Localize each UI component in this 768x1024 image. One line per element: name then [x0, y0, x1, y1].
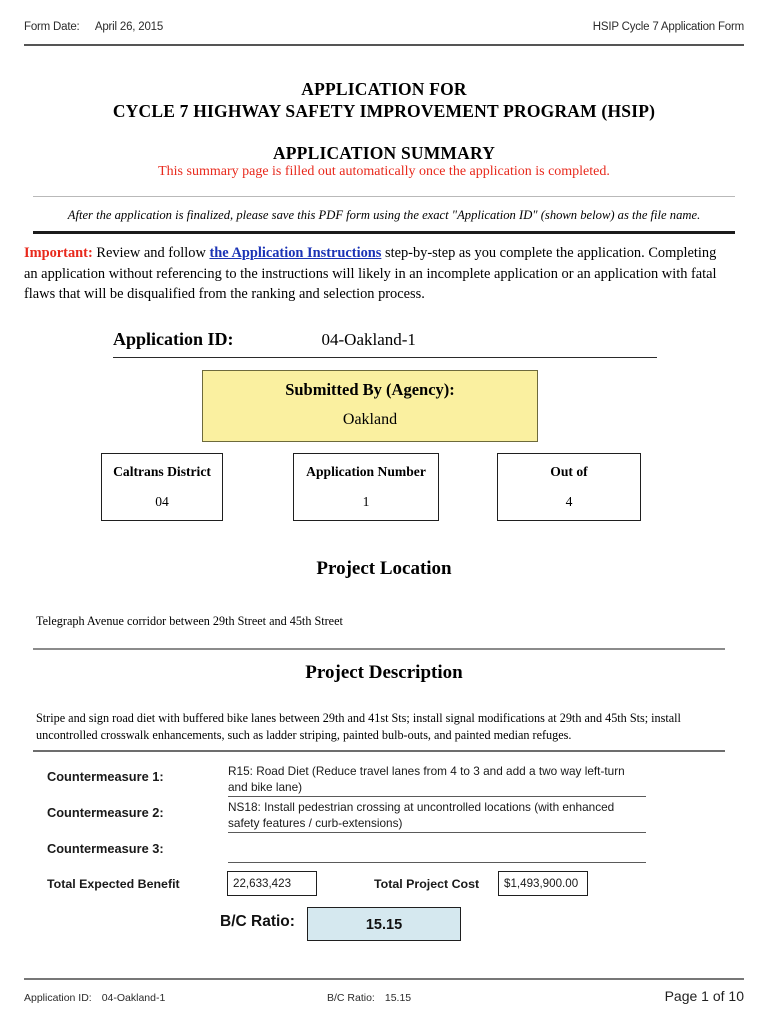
project-location-text: Telegraph Avenue corridor between 29th S…: [36, 614, 343, 628]
form-date-value: April 26, 2015: [94, 21, 164, 33]
total-expected-benefit-label: Total Expected Benefit: [47, 877, 180, 891]
submitted-by-agency-label: Submitted By (Agency):: [285, 380, 455, 399]
application-identifier-boxes: Caltrans District 04 Application Number …: [101, 453, 641, 521]
application-id-value: 04-Oakland-1: [321, 330, 416, 349]
countermeasure-2-label: Countermeasure 2:: [47, 805, 164, 820]
application-id-underline: [113, 357, 657, 359]
footer-application-id-value: 04-Oakland-1: [101, 992, 166, 1004]
footer-bc-ratio-label: B/C Ratio:: [327, 992, 375, 1004]
page-footer: Application ID: 04-Oakland-1 B/C Ratio: 15…: [24, 988, 744, 1010]
footer-application-id-label: Application ID:: [24, 992, 92, 1004]
notice-divider-top: [33, 196, 735, 197]
form-date: Form Date: April 26, 2015: [24, 21, 163, 33]
application-id-row: Application ID: 04-Oakland-1: [113, 329, 658, 350]
submitted-by-agency-value: Oakland: [342, 411, 398, 428]
title-line-1: APPLICATION FOR: [301, 79, 467, 99]
bc-ratio-value: 15.15: [307, 907, 461, 941]
out-of-box: Out of 4: [497, 453, 641, 521]
header-divider: [24, 44, 744, 46]
important-label: Important:: [24, 245, 93, 261]
footer-application-id: Application ID: 04-Oakland-1: [24, 992, 165, 1004]
project-location-title: Project Location: [316, 558, 452, 579]
caltrans-district-label: Caltrans District: [113, 464, 211, 479]
application-number-value: 1: [362, 494, 370, 509]
document-title: APPLICATION FOR CYCLE 7 HIGHWAY SAFETY I…: [0, 78, 768, 122]
countermeasure-2-underline: [228, 832, 646, 834]
application-instructions-link[interactable]: the Application Instructions: [209, 245, 381, 261]
total-project-cost-field[interactable]: $1,493,900.00: [498, 871, 588, 896]
caltrans-district-value: 04: [155, 494, 169, 509]
save-file-notice: After the application is finalized, plea…: [67, 208, 701, 222]
footer-divider: [24, 978, 744, 980]
project-description-divider: [33, 750, 725, 752]
application-number-label: Application Number: [306, 464, 426, 479]
submitted-by-agency-box: Submitted By (Agency): Oakland: [202, 370, 538, 442]
countermeasure-2-value[interactable]: NS18: Install pedestrian crossing at unc…: [228, 800, 646, 831]
notice-divider-bottom: [33, 231, 735, 234]
countermeasure-1-value[interactable]: R15: Road Diet (Reduce travel lanes from…: [228, 764, 646, 795]
out-of-label: Out of: [550, 464, 588, 479]
title-line-2: CYCLE 7 HIGHWAY SAFETY IMPROVEMENT PROGR…: [112, 101, 656, 121]
header-form-title: HSIP Cycle 7 Application Form: [592, 21, 744, 33]
application-summary-title: APPLICATION SUMMARY: [272, 143, 496, 163]
page-header: Form Date: April 26, 2015 HSIP Cycle 7 A…: [24, 21, 744, 33]
countermeasure-3-label: Countermeasure 3:: [47, 841, 164, 856]
total-expected-benefit-field[interactable]: 22,633,423: [227, 871, 317, 896]
form-date-label: Form Date:: [24, 21, 80, 33]
important-text-before: Review and follow: [92, 245, 210, 261]
project-description-text: Stripe and sign road diet with buffered …: [36, 711, 681, 742]
countermeasure-3-underline: [228, 862, 646, 864]
application-number-box: Application Number 1: [293, 453, 439, 521]
project-description-title: Project Description: [305, 662, 463, 683]
footer-page-number: Page 1 of 10: [664, 988, 744, 1004]
countermeasure-1-underline: [228, 796, 646, 798]
footer-bc-ratio: B/C Ratio: 15.15: [327, 992, 411, 1004]
countermeasure-1-label: Countermeasure 1:: [47, 769, 164, 784]
out-of-value: 4: [565, 494, 573, 509]
caltrans-district-box: Caltrans District 04: [101, 453, 223, 521]
footer-bc-ratio-value: 15.15: [384, 992, 412, 1004]
important-paragraph: Important: Review and follow the Applica…: [24, 243, 724, 305]
application-summary-note: This summary page is filled out automati…: [158, 164, 610, 179]
application-id-label: Application ID:: [113, 329, 234, 349]
total-project-cost-label: Total Project Cost: [374, 877, 480, 891]
application-summary-page: Form Date: April 26, 2015 HSIP Cycle 7 A…: [0, 0, 768, 1024]
project-location-divider: [33, 648, 725, 650]
bc-ratio-label: B/C Ratio:: [220, 913, 295, 930]
